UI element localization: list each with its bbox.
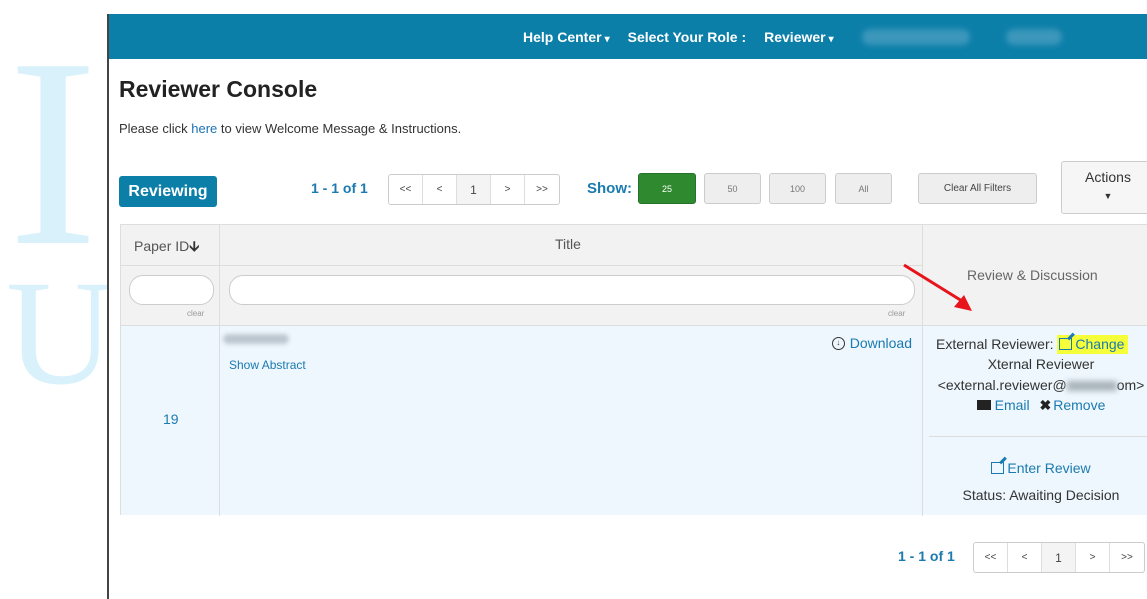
header-divider	[121, 265, 219, 266]
review-status: Status: Awaiting Decision	[962, 487, 1120, 503]
paper-id-link[interactable]: 19	[163, 411, 179, 427]
show-abstract-link[interactable]: Show Abstract	[229, 358, 306, 372]
chevron-down-icon: ▼	[1103, 191, 1113, 201]
title-cell: Show Abstract ↓ Download	[220, 326, 923, 516]
sort-down-icon: 🡫	[189, 238, 200, 254]
role-value: Reviewer	[764, 28, 826, 45]
paper-id-filter-input[interactable]	[129, 275, 214, 305]
redacted-paper-title	[223, 334, 289, 344]
intro-text: Please click here to view Welcome Messag…	[119, 121, 461, 136]
change-reviewer-link[interactable]: Change	[1057, 335, 1129, 354]
redacted-email-domain	[1066, 381, 1117, 392]
show-50-button[interactable]: 50	[704, 173, 761, 204]
help-center-label: Help Center	[523, 28, 602, 45]
title-filter-input[interactable]	[229, 275, 915, 305]
reviewer-email-prefix: <external.reviewer@	[937, 377, 1067, 393]
enter-review-label: Enter Review	[1007, 460, 1091, 476]
decor-letter-u: U	[6, 250, 108, 416]
paper-id-header-label[interactable]: Paper ID🡫	[134, 236, 199, 260]
download-link[interactable]: ↓ Download	[831, 335, 912, 351]
clear-paper-id-filter[interactable]: clear	[187, 309, 204, 318]
redacted-menu-item	[1005, 28, 1062, 45]
email-reviewer-link[interactable]: Email	[976, 397, 1030, 413]
show-label: Show:	[587, 180, 632, 197]
reviewer-email: <external.reviewer@ om>	[923, 377, 1147, 393]
download-label: Download	[849, 335, 912, 351]
pagination-info: 1 - 1 of 1	[311, 180, 368, 196]
header-divider	[220, 265, 922, 266]
next-page-button[interactable]: >	[1076, 543, 1110, 572]
envelope-icon	[976, 400, 991, 410]
edit-icon	[991, 462, 1005, 474]
intro-suffix: to view Welcome Message & Instructions.	[217, 121, 462, 136]
page-title: Reviewer Console	[119, 76, 318, 102]
help-center-menu[interactable]: Help Center ▾	[523, 29, 610, 45]
redacted-user-name	[861, 28, 970, 45]
show-100-button[interactable]: 100	[769, 173, 826, 204]
paper-id-header-text: Paper ID	[134, 238, 190, 254]
page-number-button[interactable]: 1	[457, 175, 491, 204]
pagination-top: << < 1 > >>	[388, 174, 560, 205]
edit-icon	[1059, 338, 1073, 350]
prev-page-button[interactable]: <	[423, 175, 457, 204]
last-page-button[interactable]: >>	[525, 175, 559, 204]
next-page-button[interactable]: >	[491, 175, 525, 204]
change-link-label: Change	[1075, 336, 1125, 352]
actions-label: Actions	[1085, 169, 1131, 185]
title-header-label: Title	[555, 236, 581, 252]
annotation-arrow-icon	[903, 263, 972, 311]
enter-review-link[interactable]: Enter Review	[923, 460, 1147, 476]
review-divider	[929, 436, 1147, 437]
role-menu[interactable]: Reviewer ▾	[764, 29, 834, 45]
paper-id-header: Paper ID🡫 clear	[121, 225, 220, 325]
page-number-button[interactable]: 1	[1042, 543, 1076, 572]
title-header: Title clear	[220, 225, 923, 325]
clear-all-filters-button[interactable]: Clear All Filters	[918, 173, 1037, 204]
table-row: 19 Show Abstract ↓ Download External Rev…	[121, 325, 1147, 516]
last-page-button[interactable]: >>	[1110, 543, 1144, 572]
prev-page-button[interactable]: <	[1008, 543, 1042, 572]
email-link-label: Email	[994, 397, 1030, 413]
welcome-instructions-link[interactable]: here	[191, 121, 217, 136]
remove-link-label: Remove	[1053, 397, 1106, 413]
show-all-button[interactable]: All	[835, 173, 892, 204]
reviewer-name: Xternal Reviewer	[987, 356, 1095, 372]
reviewer-actions: Email ✖ Remove	[923, 397, 1147, 414]
remove-reviewer-link[interactable]: ✖ Remove	[1034, 397, 1106, 413]
chevron-down-icon: ▾	[828, 33, 834, 45]
background-decoration: I U	[0, 0, 108, 599]
top-navbar: Help Center ▾ Select Your Role : Reviewer…	[109, 14, 1147, 59]
show-25-button[interactable]: 25	[638, 173, 696, 204]
pagination-info-bottom: 1 - 1 of 1	[898, 548, 955, 564]
first-page-button[interactable]: <<	[389, 175, 423, 204]
intro-prefix: Please click	[119, 121, 192, 136]
paper-id-cell: 19	[121, 326, 220, 516]
close-icon: ✖	[1039, 397, 1052, 413]
pagination-bottom: << < 1 > >>	[973, 542, 1145, 573]
reviewing-tab[interactable]: Reviewing	[119, 176, 217, 207]
reviewer-email-suffix: om>	[1116, 377, 1145, 393]
first-page-button[interactable]: <<	[974, 543, 1008, 572]
select-role-label: Select Your Role :	[627, 28, 747, 45]
decor-letter-i: I	[8, 3, 98, 302]
external-reviewer-line: External Reviewer: Change	[936, 335, 1129, 354]
external-reviewer-label: External Reviewer:	[936, 336, 1054, 352]
download-icon: ↓	[831, 336, 845, 350]
actions-dropdown[interactable]: Actions ▼	[1061, 161, 1147, 214]
chevron-down-icon: ▾	[604, 33, 610, 45]
review-cell: External Reviewer: Change Xternal Review…	[923, 326, 1147, 516]
